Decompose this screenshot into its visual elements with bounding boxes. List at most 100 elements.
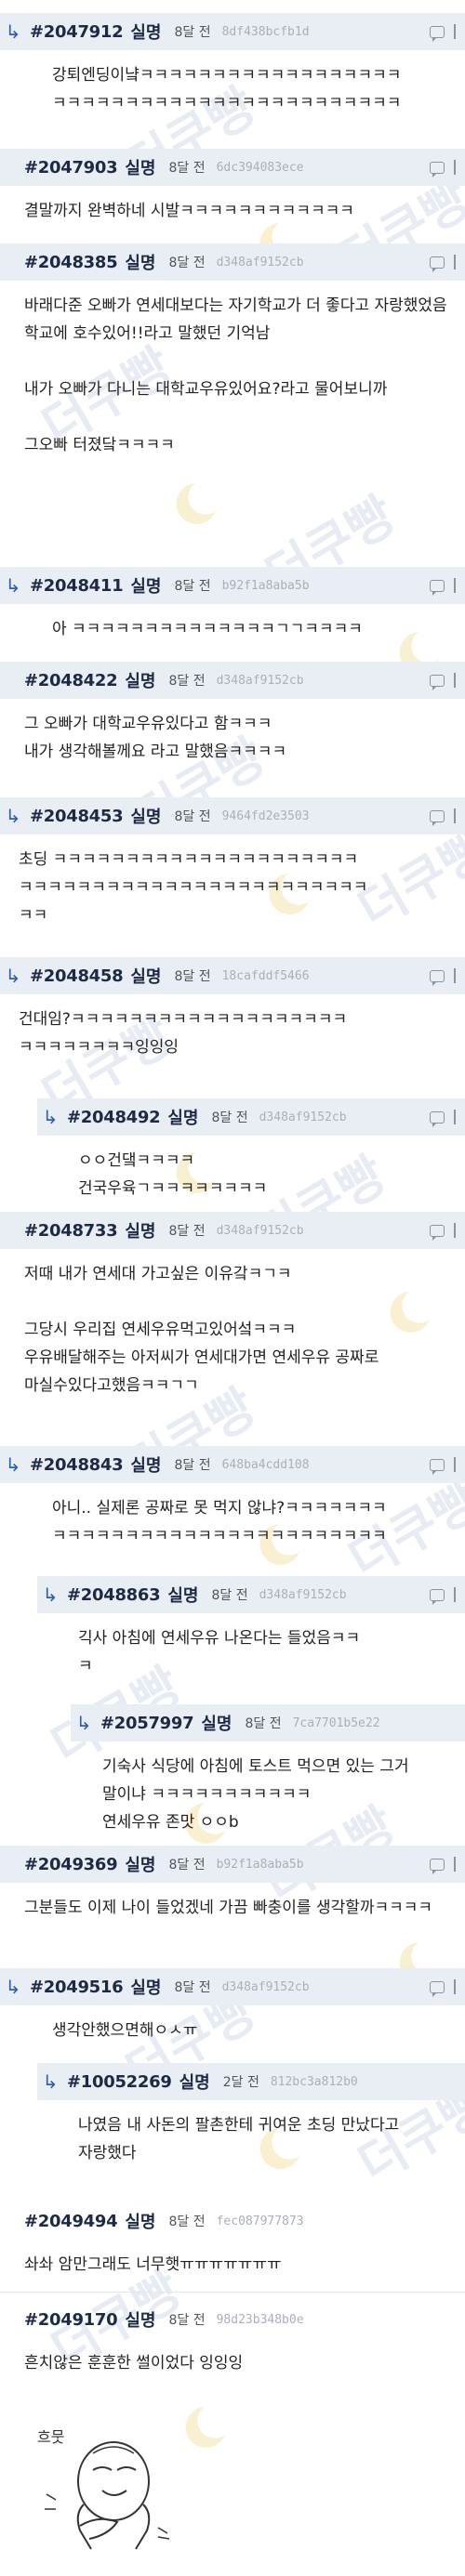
- comment: #2048733 실명 8달 전 d348af9152cb 저때 내가 연세대 …: [0, 1212, 465, 1398]
- reply-bubble-icon[interactable]: [430, 1980, 445, 1997]
- report-icon[interactable]: [454, 673, 456, 688]
- report-icon[interactable]: [454, 24, 456, 39]
- report-icon[interactable]: [454, 1110, 456, 1124]
- comment: ↳ #10052269 실명 2달 전 812bc3a812b0 나였음 내 사…: [0, 2063, 465, 2175]
- comment-header: ↳ #2047912 실명 8달 전 8df438bcfb1d: [0, 13, 465, 50]
- comment-number[interactable]: #2048733: [24, 1221, 118, 1241]
- comment-line: ㅋㅋㅋㅋㅋㅋㅋㅋㅋㅋㅋㅋㅋㅋㅋㅋㅋㅋㅋㅋㅋㅋㅋㅋ: [52, 94, 402, 112]
- comment-number[interactable]: #2047903: [24, 158, 118, 177]
- reply-bubble-icon[interactable]: [430, 1111, 445, 1127]
- comment-number[interactable]: #2048492: [67, 1108, 161, 1127]
- comment-line: 우유배달해주는 아저씨가 연세대가면 연세우유 공짜로 마실수있다고했음ㅋㅋㄱㄱ: [24, 1348, 384, 1395]
- comment-hash: d348af9152cb: [216, 1223, 304, 1238]
- reply-bubble-icon[interactable]: [430, 969, 445, 986]
- report-icon[interactable]: [454, 808, 456, 823]
- comment-number[interactable]: #2048411: [30, 576, 124, 596]
- comment-number[interactable]: #2048385: [24, 253, 118, 272]
- report-icon[interactable]: [454, 578, 456, 593]
- comment-body: 그 오빠가 대학교우유있다고 함ㅋㅋㅋ 내가 생각해볼께요 라고 말했음ㅋㅋㅋㅋ: [24, 710, 452, 766]
- reply-bubble-icon[interactable]: [430, 161, 445, 177]
- comment-line: 나였음 내 사돈의 팔촌한테 귀여운 초딩 만났다고 자랑했다: [78, 2116, 405, 2162]
- report-icon[interactable]: [454, 255, 456, 269]
- comment-author: 실명: [130, 1456, 162, 1476]
- comment-line: 솨솨 암만그래도 너무햇ㅠㅠㅠㅠㅠㅠㅠ: [24, 2255, 282, 2274]
- comment-line: 내가 오빠가 다니는 대학교우유있어요?라고 물어보니까: [24, 380, 388, 399]
- comment-number[interactable]: #2049494: [24, 2212, 118, 2231]
- comment-author: 실명: [125, 2213, 156, 2232]
- report-icon[interactable]: [454, 1857, 456, 1872]
- comment-line: 강퇴엔딩이냨ㅋㅋㅋㅋㅋㅋㅋㅋㅋㅋㅋㅋㅋㅋㅋㅋㅋㅋ: [52, 66, 402, 85]
- comment-number[interactable]: #2048453: [30, 807, 124, 826]
- report-icon[interactable]: [454, 968, 456, 983]
- report-icon[interactable]: [454, 1587, 456, 1602]
- comment-line: ㅋㅋㅋㅋㅋㅋㅋㅋㅋㅋㅋㅋㅋㅋㅋㅋㅋㅋㅋㅋㅋㅋㅋㅋ: [19, 878, 368, 897]
- comment-header: #2049494 실명 8달 전 fec087977873: [0, 2202, 465, 2240]
- comment-author: 실명: [130, 1978, 162, 1998]
- comment-line: [24, 403, 452, 431]
- comment-header: #2048422 실명 8달 전 d348af9152cb: [0, 662, 465, 699]
- reply-bubble-icon[interactable]: [430, 1224, 445, 1241]
- comment-line: 결말까지 완벽하네 시발ㅋㅋㅋㅋㅋㅋㅋㅋㅋㅋㅋㅋ: [24, 202, 354, 220]
- comment-time: 2달 전: [222, 2075, 259, 2090]
- comment-body: 결말까지 완벽하네 시발ㅋㅋㅋㅋㅋㅋㅋㅋㅋㅋㅋㅋ: [24, 197, 452, 225]
- report-icon[interactable]: [454, 1457, 456, 1472]
- comment-time: 8달 전: [168, 2215, 206, 2229]
- comment-body: 생각안했으면해ㅇㅅㅠ: [52, 2017, 452, 2044]
- report-icon[interactable]: [454, 160, 456, 175]
- comment-number[interactable]: #2048422: [24, 671, 118, 690]
- comment-line: 바래다준 오빠가 연세대보다는 자기학교가 더 좋다고 자랑했었음: [24, 296, 447, 315]
- comment-hash: b92f1a8aba5b: [216, 1857, 304, 1872]
- reply-bubble-icon[interactable]: [430, 1858, 445, 1874]
- reply-bubble-icon[interactable]: [430, 1588, 445, 1605]
- reply-arrow-icon: ↳: [42, 1106, 59, 1128]
- comment-number[interactable]: #2048843: [30, 1455, 124, 1475]
- comment-line: 초딩 ㅋㅋㅋㅋㅋㅋㅋㅋㅋㅋㅋㅋㅋㅋㅋㅋㅋㅋㅋㅋㅋ: [19, 850, 359, 869]
- comment: ↳ #2048453 실명 8달 전 9464fd2e3503 초딩 ㅋㅋㅋㅋㅋ…: [0, 797, 465, 937]
- reply-bubble-icon[interactable]: [430, 1458, 445, 1475]
- comment-body: ㅇㅇ건댘ㅋㅋㅋㅋ 건국우육ㄱㅋㅋㅋㅋㅋㅋㅋㅋ: [78, 1147, 452, 1203]
- comment-number[interactable]: #2057997: [100, 1714, 194, 1733]
- comment-line: 건대임?ㅋㅋㅋㅋㅋㅋㅋㅋㅋㅋㅋㅋㅋㅋㅋㅋㅋㅋㅋ: [19, 1010, 348, 1029]
- comment-header: ↳ #2057997 실명 8달 전 7ca7701b5e22: [71, 1704, 465, 1741]
- comment-line: 아 ㅋㅋㅋㅋㅋㅋㅋㅋㅋㅋㅋㅋㅋㅋㄱㄱㅋㅋㅋㅋ: [52, 620, 363, 638]
- comment-time: 8달 전: [168, 161, 206, 176]
- reply-arrow-icon: ↳: [42, 2070, 59, 2093]
- comment-hash: d348af9152cb: [259, 1587, 347, 1602]
- report-icon[interactable]: [454, 1223, 456, 1238]
- comment-header: ↳ #2049516 실명 8달 전 d348af9152cb: [0, 1968, 465, 2005]
- comment-number[interactable]: #2048458: [30, 966, 124, 986]
- comment-time: 8달 전: [174, 579, 211, 594]
- reply-bubble-icon[interactable]: [430, 25, 445, 42]
- comment-number[interactable]: #2049170: [24, 2310, 118, 2330]
- comment-number[interactable]: #2049369: [24, 1855, 118, 1874]
- comment-time: 8달 전: [174, 25, 211, 40]
- comment-line: 연세우유 존맛 ㅇㅇb: [102, 1813, 239, 1832]
- comment-header: ↳ #2048453 실명 8달 전 9464fd2e3503: [0, 797, 465, 835]
- sketch-caption: 흐뭇: [37, 2428, 64, 2446]
- comment: #2047903 실명 8달 전 6dc394083ece 결말까지 완벽하네 …: [0, 149, 465, 232]
- report-icon[interactable]: [454, 1979, 456, 1994]
- reply-bubble-icon[interactable]: [430, 256, 445, 272]
- comment-line: 저때 내가 연세대 가고싶은 이유갘ㅋㄱㅋ: [24, 1265, 292, 1283]
- comment-author: 실명: [179, 2073, 210, 2093]
- reply-arrow-icon: ↳: [5, 1453, 21, 1476]
- comment-time: 8달 전: [174, 1980, 211, 1995]
- comment-line: [24, 1288, 452, 1316]
- comment-number[interactable]: #10052269: [67, 2072, 172, 2092]
- comment-header: #2048385 실명 8달 전 d348af9152cb: [0, 243, 465, 281]
- comment-author: 실명: [167, 1586, 199, 1606]
- watermark-moon-icon: [185, 2407, 225, 2448]
- comment-number[interactable]: #2049516: [30, 1978, 124, 1997]
- comment-author: 실명: [125, 1222, 156, 1242]
- comment-author: 실명: [130, 23, 162, 43]
- comment-body: 기숙사 식당에 아침에 토스트 먹으면 있는 그거 말이냐 ㅋㅋㅋㅋㅋㅋㅋㅋㅋㅋ…: [102, 1753, 452, 1836]
- comment-hash: b92f1a8aba5b: [221, 578, 310, 593]
- reply-bubble-icon[interactable]: [430, 809, 445, 826]
- comment-time: 8달 전: [211, 1111, 248, 1125]
- reply-bubble-icon[interactable]: [430, 579, 445, 596]
- comment-author: 실명: [130, 808, 162, 827]
- reply-bubble-icon[interactable]: [430, 674, 445, 690]
- comment-line: ㅋ: [78, 1657, 93, 1676]
- comment-number[interactable]: #2047912: [30, 22, 124, 42]
- comment-number[interactable]: #2048863: [67, 1585, 161, 1605]
